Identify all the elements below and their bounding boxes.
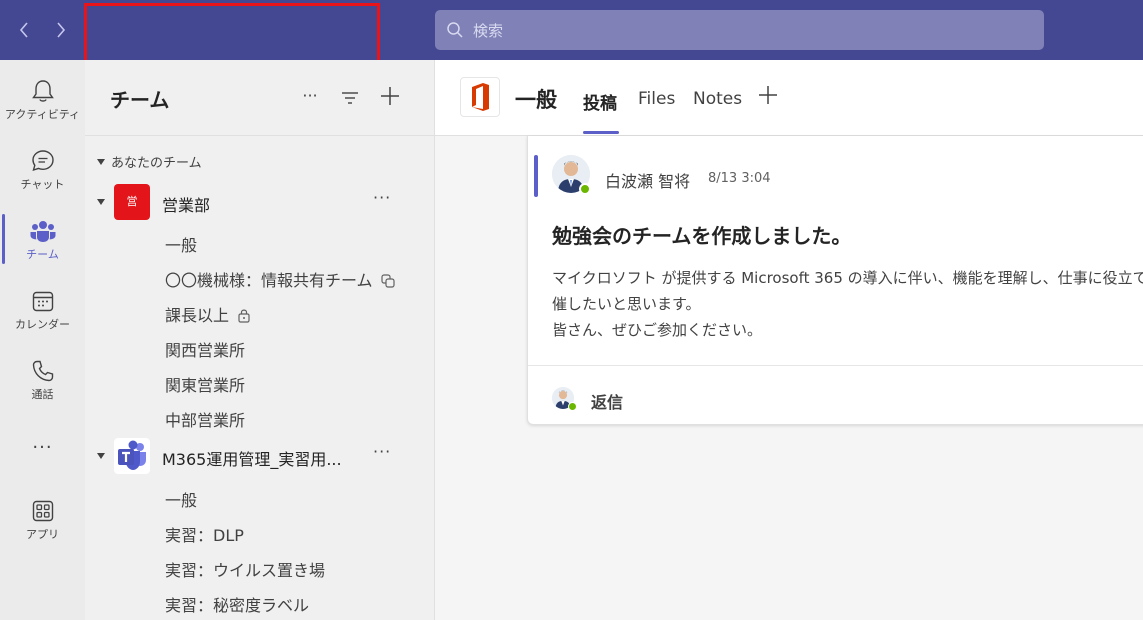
filter-button[interactable] [337, 84, 363, 110]
more-apps-button[interactable]: ... [0, 432, 85, 453]
reply-button[interactable]: 返信 [591, 389, 623, 413]
rail-label-apps: アプリ [26, 528, 59, 541]
channel-general[interactable]: 一般 [165, 487, 197, 511]
teams-logo-icon [114, 438, 150, 474]
rail-label-teams: チーム [26, 248, 59, 261]
phone-icon [32, 360, 53, 382]
post-body: マイクロソフト が提供する Microsoft 365 の導入に伴い、機能を理解… [552, 265, 1143, 343]
team-more-button[interactable]: ··· [373, 188, 391, 207]
channel-dlp[interactable]: 実習：DLP [165, 522, 244, 546]
title-bar: 検索 [0, 0, 1143, 66]
channel-general[interactable]: 一般 [165, 232, 197, 256]
tab-posts[interactable]: 投稿 [583, 89, 617, 114]
rail-item-calendar[interactable]: カレンダー [0, 278, 85, 340]
team-more-button[interactable]: ··· [373, 442, 391, 461]
section-label: あなたのチーム [111, 156, 202, 171]
caret-down-icon [97, 199, 105, 205]
panel-title: チーム [110, 88, 170, 112]
plus-icon [381, 87, 399, 105]
lock-icon [238, 309, 250, 323]
channel-header: 一般 投稿 Files Notes [435, 60, 1143, 136]
post-body-line: 皆さん、ぜひご参加ください。 [552, 321, 763, 339]
caret-down-icon [97, 159, 105, 165]
rail-label-calls: 通話 [31, 388, 54, 401]
channel-title: 一般 [515, 88, 557, 112]
filter-icon [342, 92, 358, 104]
channel-view: 一般 投稿 Files Notes 白波瀬 智将 8/13 3:04 勉強会のチ… [435, 60, 1143, 620]
rail-item-teams[interactable]: チーム [0, 208, 85, 270]
teams-list-panel: チーム ··· あなたのチーム 営 営業部 ··· 一般 〇〇機械様：情報共有チ… [85, 60, 435, 620]
rail-item-calls[interactable]: 通話 [0, 348, 85, 410]
channel-kanto[interactable]: 関東営業所 [165, 372, 245, 396]
presence-available-icon [579, 183, 591, 195]
divider [528, 365, 1143, 366]
section-your-teams[interactable]: あなたのチーム [97, 152, 202, 171]
apps-icon [32, 500, 53, 522]
rail-item-chat[interactable]: チャット [0, 138, 85, 200]
post-subject: 勉強会のチームを作成しました。 [552, 224, 852, 248]
chevron-left-icon [19, 22, 28, 38]
back-button[interactable] [13, 18, 35, 42]
tab-files[interactable]: Files [638, 89, 675, 109]
office-logo-icon [460, 77, 500, 117]
team-row-sales[interactable]: 営 営業部 ··· [85, 184, 435, 220]
post-body-line: マイクロソフト が提供する Microsoft 365 の導入に伴い、機能を理解… [552, 269, 1143, 287]
post-card[interactable]: 白波瀬 智将 8/13 3:04 勉強会のチームを作成しました。 マイクロソフト… [527, 136, 1143, 425]
calendar-icon [32, 291, 53, 312]
channel-label: 〇〇機械様：情報共有チーム [165, 271, 373, 290]
channel-label: 課長以上 [165, 306, 230, 325]
more-options-button[interactable]: ··· [297, 84, 323, 110]
channel-chubu[interactable]: 中部営業所 [165, 407, 245, 431]
search-placeholder: 検索 [473, 22, 504, 40]
team-name-m365: M365運用管理_実習用... [162, 450, 342, 469]
chat-icon [31, 150, 54, 172]
panel-header: チーム ··· [85, 60, 435, 136]
rail-label-calendar: カレンダー [15, 318, 70, 331]
plus-icon [759, 86, 777, 104]
active-indicator [2, 214, 5, 264]
add-tab-button[interactable] [758, 83, 778, 111]
channel-shared[interactable]: 〇〇機械様：情報共有チーム [165, 267, 395, 291]
bell-icon [31, 80, 54, 102]
rail-label-activity: アクティビティ [4, 108, 81, 121]
teams-icon [30, 221, 55, 242]
tab-notes[interactable]: Notes [693, 89, 742, 109]
channel-sensitivity[interactable]: 実習：秘密度ラベル [165, 592, 309, 616]
add-team-button[interactable] [377, 84, 403, 110]
channel-managers[interactable]: 課長以上 [165, 302, 251, 326]
active-tab-indicator [583, 131, 619, 134]
channel-virus[interactable]: 実習：ウイルス置き場 [165, 557, 325, 581]
search-icon [447, 22, 463, 38]
presence-available-icon [568, 402, 577, 411]
channel-kansai[interactable]: 関西営業所 [165, 337, 245, 361]
rail-item-activity[interactable]: アクティビティ [0, 68, 85, 130]
post-timestamp: 8/13 3:04 [708, 171, 771, 186]
team-row-m365[interactable]: M365運用管理_実習用... ··· [85, 438, 435, 474]
post-author[interactable]: 白波瀬 智将 [605, 168, 690, 192]
chevron-right-icon [57, 22, 66, 38]
rail-item-apps[interactable]: アプリ [0, 488, 85, 550]
shared-channel-icon [380, 274, 395, 288]
app-rail: アクティビティ チャット チーム カレンダー 通話 ... アプリ [0, 60, 85, 620]
highlight-annotation [84, 3, 380, 66]
caret-down-icon [97, 453, 105, 459]
forward-button[interactable] [50, 18, 72, 42]
rail-label-chat: チャット [20, 178, 65, 191]
team-name-sales: 営業部 [162, 196, 211, 215]
team-avatar-sales: 営 [114, 184, 150, 220]
post-accent-bar [534, 155, 538, 197]
post-body-line: 催したいと思います。 [552, 295, 701, 313]
search-box[interactable]: 検索 [435, 10, 1044, 50]
